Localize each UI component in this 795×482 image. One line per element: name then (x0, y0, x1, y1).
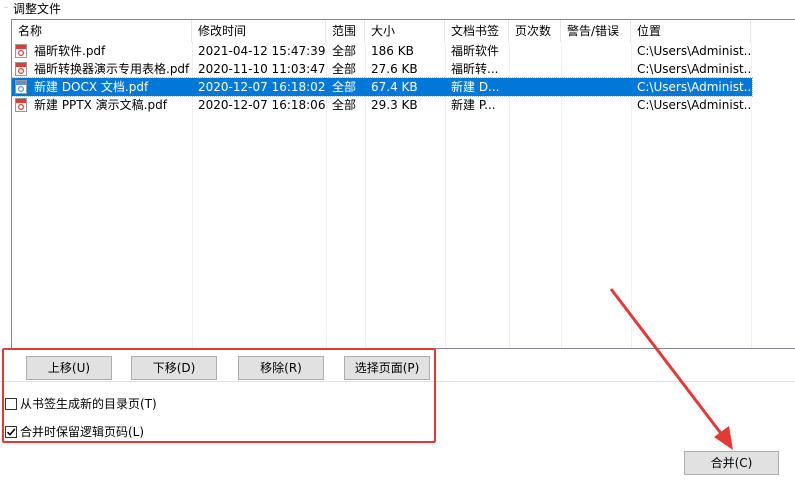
column-header-bookmark[interactable]: 文档书签 (445, 20, 509, 42)
cell-modified: 2020-12-07 16:18:06 (198, 98, 326, 112)
pdf-file-icon (15, 98, 27, 112)
column-header-warning[interactable]: 警告/错误 (561, 20, 631, 42)
group-border (4, 7, 8, 8)
cell-name: 福昕转换器演示专用表格.pdf (12, 60, 192, 78)
cell-name: 新建 PPTX 演示文稿.pdf (12, 96, 192, 114)
cell-modified: 2020-11-10 11:03:47 (198, 62, 326, 76)
table-row[interactable]: 福昕软件.pdf 2021-04-12 15:47:39 全部 186 KB 福昕软件 C… (12, 42, 752, 60)
remove-button[interactable]: 移除(R) (238, 356, 324, 380)
cell-name: 福昕软件.pdf (12, 42, 192, 60)
cell-size: 186 KB (371, 44, 414, 58)
cell-pages (509, 96, 561, 114)
cell-range: 全部 (332, 80, 357, 94)
pdf-file-icon (15, 44, 27, 58)
cell-location: C:\Users\Administ... (637, 44, 751, 58)
cell-warning (561, 78, 631, 96)
file-name: 福昕软件.pdf (34, 44, 106, 58)
file-name: 福昕转换器演示专用表格.pdf (34, 62, 190, 76)
cell-range: 全部 (332, 44, 357, 58)
cell-bookmark: 福昕软件 (451, 44, 500, 58)
column-header-name[interactable]: 名称 (12, 20, 192, 42)
cell-warning (561, 96, 631, 114)
table-row[interactable]: 新建 DOCX 文档.pdf 2020-12-07 16:18:02 全部 67.4 … (12, 77, 753, 97)
file-name: 新建 PPTX 演示文稿.pdf (34, 98, 167, 112)
cell-warning (561, 42, 631, 60)
cell-location: C:\Users\Administ... (637, 98, 751, 112)
cell-size: 27.6 KB (371, 62, 418, 76)
cell-location: C:\Users\Administ... (637, 62, 751, 76)
cell-range: 全部 (332, 98, 357, 112)
cell-bookmark: 新建 P... (451, 98, 496, 112)
keep-logical-page-checkbox[interactable] (5, 426, 17, 438)
cell-range: 全部 (332, 62, 357, 76)
keep-logical-page-label[interactable]: 合并时保留逻辑页码(L) (20, 424, 144, 440)
cell-pages (509, 60, 561, 78)
move-down-button[interactable]: 下移(D) (131, 356, 217, 380)
pdf-file-icon (15, 62, 27, 76)
cell-location: C:\Users\Administ... (637, 80, 751, 94)
cell-size: 29.3 KB (371, 98, 418, 112)
group-title: 调整文件 (10, 0, 65, 17)
cell-size: 67.4 KB (371, 80, 418, 94)
cell-bookmark: 新建 D... (451, 80, 500, 94)
column-header-range[interactable]: 范围 (326, 20, 365, 42)
column-header-modified[interactable]: 修改时间 (192, 20, 326, 42)
file-name: 新建 DOCX 文档.pdf (34, 80, 149, 94)
cell-modified: 2020-12-07 16:18:02 (198, 80, 326, 94)
list-header: 名称 修改时间 范围 大小 文档书签 页次数 警告/错误 位置 (12, 20, 795, 42)
table-row[interactable]: 新建 PPTX 演示文稿.pdf 2020-12-07 16:18:06 全部 29.… (12, 96, 752, 114)
file-list[interactable]: 名称 修改时间 范围 大小 文档书签 页次数 警告/错误 位置 福昕软件.pdf… (11, 19, 795, 349)
cell-bookmark: 福昕转... (451, 62, 499, 76)
table-row[interactable]: 福昕转换器演示专用表格.pdf 2020-11-10 11:03:47 全部 27.6… (12, 60, 752, 78)
cell-pages (509, 42, 561, 60)
column-header-size[interactable]: 大小 (365, 20, 445, 42)
cell-warning (561, 60, 631, 78)
move-up-button[interactable]: 上移(U) (26, 356, 112, 380)
generate-toc-label[interactable]: 从书签生成新的目录页(T) (20, 396, 157, 412)
pdf-file-icon (15, 80, 27, 94)
select-pages-button[interactable]: 选择页面(P) (344, 356, 430, 380)
cell-name: 新建 DOCX 文档.pdf (12, 78, 192, 96)
cell-pages (509, 78, 561, 96)
cell-modified: 2021-04-12 15:47:39 (198, 44, 326, 58)
merge-button[interactable]: 合并(C) (684, 451, 779, 475)
column-header-location[interactable]: 位置 (631, 20, 751, 42)
generate-toc-checkbox[interactable] (5, 398, 17, 410)
column-header-pages[interactable]: 页次数 (509, 20, 561, 42)
checkmark-icon (6, 428, 16, 436)
